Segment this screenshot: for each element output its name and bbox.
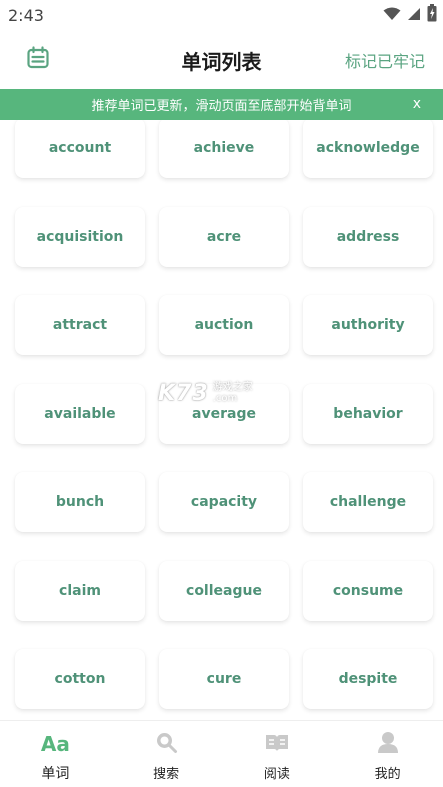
mark-memorized-button[interactable]: 标记已牢记: [345, 48, 425, 72]
word-grid: account achieve acknowledge acquisition acre…: [0, 120, 443, 720]
word-card[interactable]: acre: [159, 206, 289, 267]
word-card[interactable]: cotton: [15, 649, 145, 709]
notice-text: 推荐单词已更新，滑动页面至底部开始背单词: [91, 99, 352, 114]
word-card[interactable]: capacity: [159, 472, 289, 532]
status-icons: [383, 4, 437, 26]
notice-close-button[interactable]: x: [413, 96, 421, 112]
notice-banner: 推荐单词已更新，滑动页面至底部开始背单词 x: [0, 89, 443, 120]
word-card[interactable]: colleague: [159, 560, 289, 621]
nav-item-profile[interactable]: 我的: [332, 721, 443, 787]
wifi-icon: [383, 6, 401, 25]
reading-icon: [264, 731, 290, 757]
profile-icon: [376, 730, 400, 758]
word-card[interactable]: address: [303, 206, 433, 267]
word-card[interactable]: authority: [303, 295, 433, 355]
word-card[interactable]: behavior: [303, 383, 433, 444]
word-card[interactable]: average: [159, 383, 289, 444]
status-bar: 2:43: [0, 0, 443, 32]
word-card[interactable]: challenge: [303, 472, 433, 532]
nav-label-search: 搜索: [153, 767, 180, 782]
word-card[interactable]: cure: [159, 649, 289, 709]
status-time: 2:43: [8, 6, 44, 25]
word-card[interactable]: acquisition: [15, 206, 145, 267]
nav-item-search[interactable]: 搜索: [111, 721, 222, 787]
word-card[interactable]: despite: [303, 649, 433, 709]
word-card[interactable]: bunch: [15, 472, 145, 532]
battery-icon: [427, 4, 437, 26]
signal-icon: [407, 6, 421, 25]
word-card[interactable]: auction: [159, 295, 289, 355]
app-header: 单词列表 标记已牢记: [0, 32, 443, 88]
search-icon: [154, 730, 178, 758]
bottom-nav: Aa 单词 搜索 阅读 我的: [0, 720, 443, 787]
word-card[interactable]: consume: [303, 560, 433, 621]
nav-item-reading[interactable]: 阅读: [222, 721, 333, 787]
word-card[interactable]: achieve: [159, 120, 289, 178]
aa-icon: Aa: [40, 732, 70, 756]
word-card[interactable]: acknowledge: [303, 120, 433, 178]
word-card[interactable]: account: [15, 120, 145, 178]
word-card[interactable]: available: [15, 383, 145, 444]
nav-label-reading: 阅读: [263, 767, 290, 782]
word-card[interactable]: claim: [15, 560, 145, 621]
word-card[interactable]: attract: [15, 295, 145, 355]
nav-label-words: 单词: [41, 766, 70, 782]
nav-label-profile: 我的: [374, 767, 401, 782]
nav-item-words[interactable]: Aa 单词: [0, 721, 111, 787]
